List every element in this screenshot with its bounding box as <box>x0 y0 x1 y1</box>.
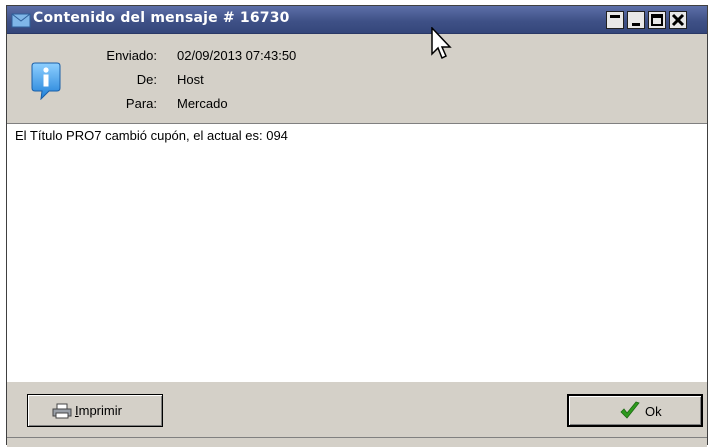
title-bar[interactable]: Contenido del mensaje # 16730 <box>7 6 707 34</box>
button-bar: Imprimir Ok <box>7 382 707 444</box>
restore-button[interactable] <box>606 11 624 29</box>
mouse-cursor-icon <box>431 27 452 60</box>
minimize-icon <box>632 23 640 26</box>
from-value: Host <box>177 72 204 87</box>
maximize-button[interactable] <box>648 11 666 29</box>
to-label: Para: <box>125 96 157 111</box>
sent-value: 02/09/2013 07:43:50 <box>177 48 297 63</box>
print-button[interactable]: Imprimir <box>27 394 163 427</box>
minimize-button[interactable] <box>627 11 645 29</box>
window-title: Contenido del mensaje # 16730 <box>33 10 290 26</box>
sent-label: Enviado: <box>106 48 157 63</box>
print-label-rest: mprimir <box>78 403 122 418</box>
message-body[interactable]: El Título PRO7 cambió cupón, el actual e… <box>7 123 707 383</box>
envelope-icon <box>11 13 31 28</box>
to-value: Mercado <box>177 96 228 111</box>
close-button[interactable] <box>669 11 687 29</box>
message-text: El Título PRO7 cambió cupón, el actual e… <box>15 128 288 143</box>
status-bar <box>7 437 707 447</box>
print-label: Imprimir <box>75 403 122 418</box>
message-window: Contenido del mensaje # 16730 Enviado: 0… <box>6 5 708 447</box>
checkmark-icon <box>620 401 640 419</box>
restore-icon <box>610 15 620 18</box>
ok-button[interactable]: Ok <box>567 394 703 427</box>
close-icon <box>671 13 685 27</box>
maximize-icon <box>651 14 663 26</box>
from-label: De: <box>136 72 157 87</box>
ok-label: Ok <box>645 404 662 419</box>
printer-icon <box>52 403 72 419</box>
message-header: Enviado: 02/09/2013 07:43:50 De: Host Pa… <box>7 34 707 123</box>
